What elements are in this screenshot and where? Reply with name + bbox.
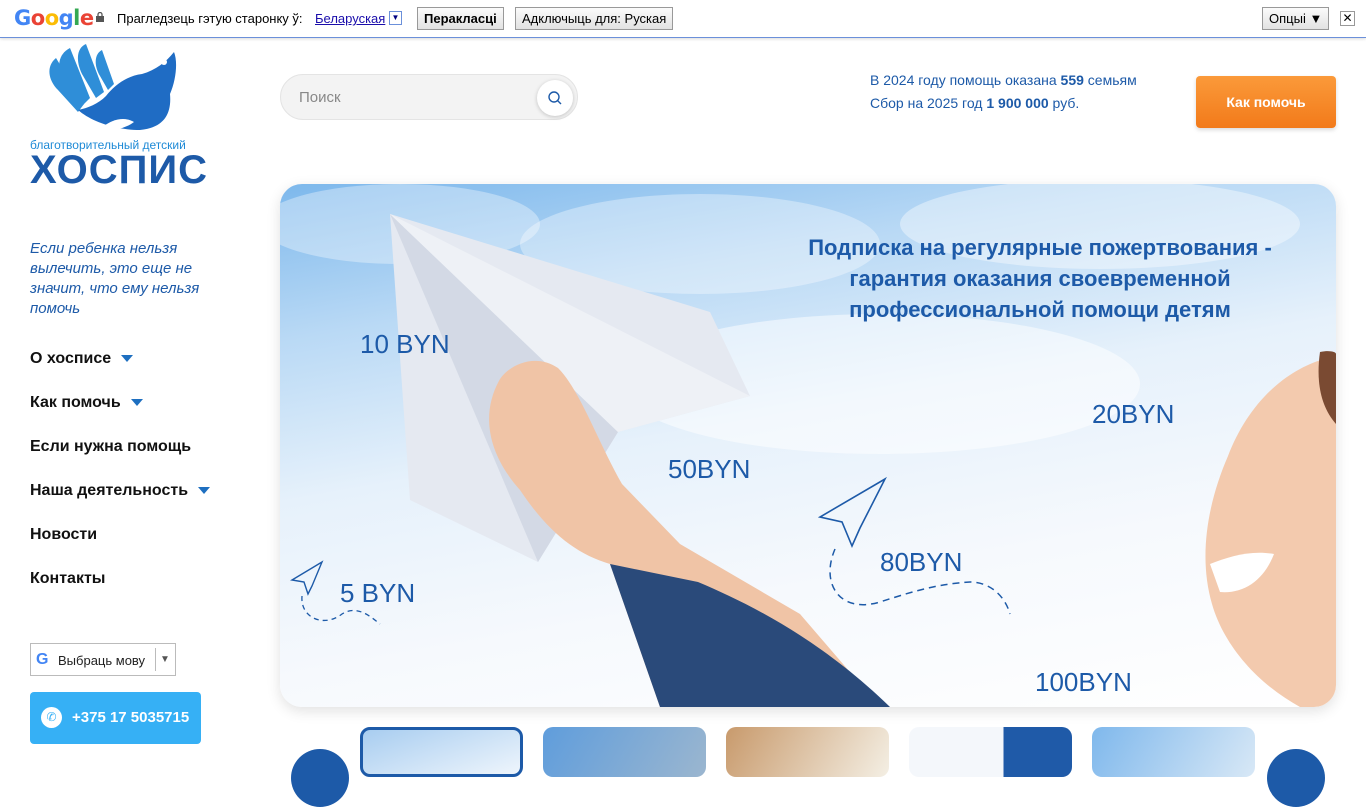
search-icon <box>548 91 562 105</box>
nav-item-news[interactable]: Новости <box>30 526 97 548</box>
hands-dove-icon <box>49 44 177 130</box>
amount-label: 100BYN <box>1035 667 1132 697</box>
nav-item-how-to-help[interactable]: Как помочь <box>30 394 143 416</box>
translate-button[interactable]: Перакласці <box>417 7 504 30</box>
nav-item-label: Контакты <box>30 570 106 587</box>
language-select-label: Выбраць мову <box>58 653 146 668</box>
search-button[interactable] <box>537 80 573 116</box>
amount-label: 50BYN <box>668 454 751 484</box>
chevron-down-icon[interactable]: ▼ <box>389 11 402 25</box>
chevron-down-icon <box>121 355 134 363</box>
tagline: Если ребенка нельзя вылечить, это еще не… <box>30 240 200 317</box>
phone-button[interactable]: ✆ +375 17 5035715 <box>30 692 201 744</box>
site-logo[interactable]: благотворительный детский ХОСПИС <box>30 40 210 192</box>
disable-for-language-button[interactable]: Адключыць для: Руская <box>515 7 674 30</box>
chevron-down-icon: ▼ <box>155 648 170 671</box>
carousel-next-button[interactable] <box>1267 749 1325 807</box>
how-to-help-button[interactable]: Как помочь <box>1196 76 1336 128</box>
search-box <box>280 74 578 120</box>
carousel-thumb[interactable] <box>360 727 523 777</box>
nav-item-label: Если нужна помощь <box>30 438 192 455</box>
google-g-icon: G <box>36 651 49 668</box>
close-icon[interactable]: ✕ <box>1340 11 1355 26</box>
google-translate-bar: Google Прагледзець гэтую старонку ў: Бел… <box>0 0 1366 38</box>
carousel-thumb[interactable] <box>726 727 889 777</box>
banner-title: Подписка на регулярные пожертвования - г… <box>808 235 1272 322</box>
lock-icon <box>96 12 104 22</box>
nav-item-label: Новости <box>30 526 98 543</box>
chevron-down-icon <box>198 487 211 495</box>
translate-language-link[interactable]: Беларуская <box>315 11 385 26</box>
translate-prompt: Прагледзець гэтую старонку ў: <box>117 11 303 26</box>
language-select[interactable]: G Выбраць мову ▼ <box>30 643 176 676</box>
stats-fundraising: Сбор на 2025 год 1 900 000 руб. <box>870 95 1080 111</box>
phone-number: +375 17 5035715 <box>72 709 190 726</box>
search-input[interactable] <box>299 87 519 107</box>
carousel-thumb[interactable] <box>909 727 1072 777</box>
translate-options-button[interactable]: Опцыі ▼ <box>1262 7 1330 30</box>
carousel-thumb[interactable] <box>543 727 706 777</box>
phone-icon: ✆ <box>41 707 62 728</box>
amount-label: 5 BYN <box>340 578 416 608</box>
hero-banner[interactable]: Подписка на регулярные пожертвования - г… <box>280 184 1336 707</box>
amount-label: 80BYN <box>880 547 963 577</box>
carousel-prev-button[interactable] <box>291 749 349 807</box>
carousel-thumb[interactable] <box>1092 727 1255 777</box>
nav-item-about[interactable]: О хосписе <box>30 350 134 372</box>
amount-label: 20BYN <box>1092 399 1175 429</box>
nav-item-contacts[interactable]: Контакты <box>30 570 105 592</box>
google-logo: Google <box>14 6 94 30</box>
logo-title: ХОСПИС <box>30 148 209 192</box>
amount-label: 10 BYN <box>360 329 450 359</box>
stats-families: В 2024 году помощь оказана 559 семьям <box>870 72 1137 88</box>
nav-item-need-help[interactable]: Если нужна помощь <box>30 438 191 460</box>
nav-item-label: Наша деятельность <box>30 482 189 499</box>
chevron-down-icon <box>130 399 143 407</box>
nav-item-activity[interactable]: Наша деятельность <box>30 482 211 504</box>
help-stats: В 2024 году помощь оказана 559 семьям Сб… <box>870 69 1137 115</box>
nav-item-label: Как помочь <box>30 394 121 411</box>
nav-item-label: О хосписе <box>30 350 112 367</box>
